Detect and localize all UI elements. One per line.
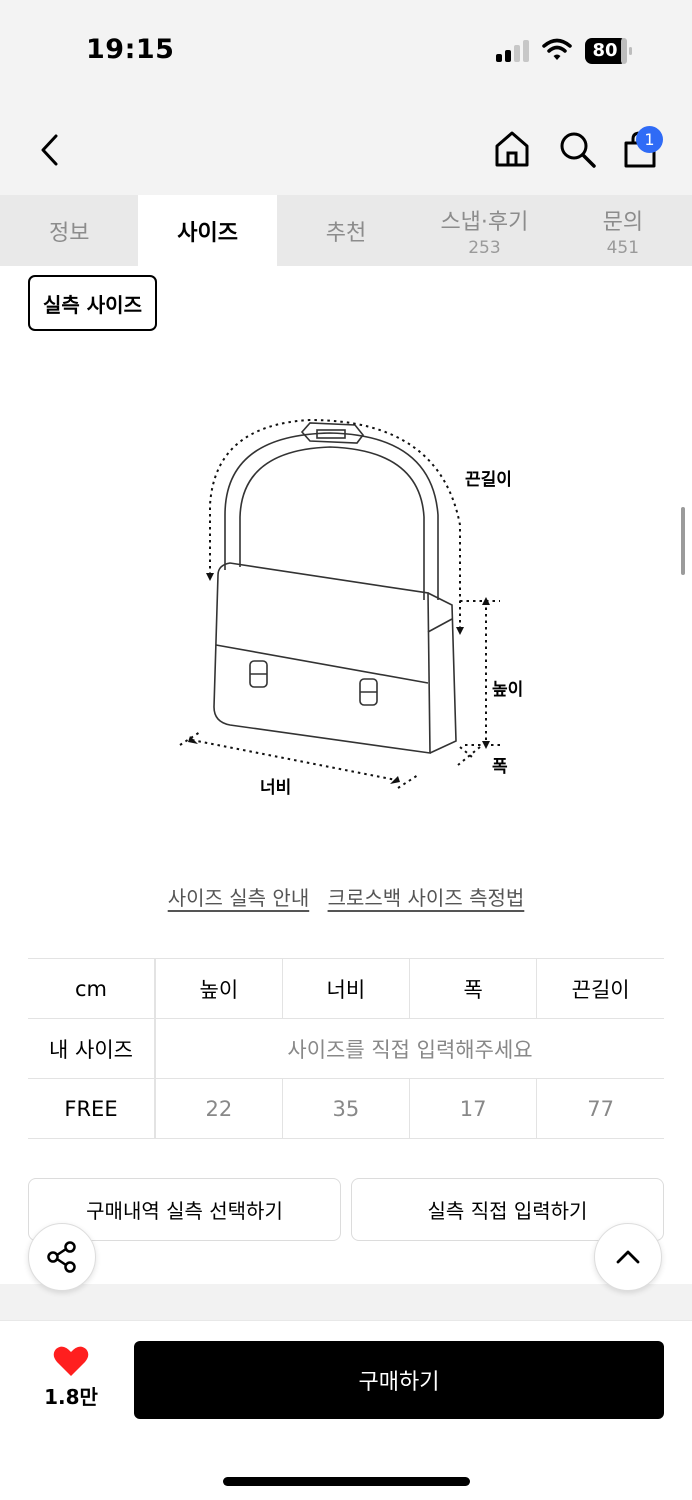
- crossbag-measure-link[interactable]: 크로스백 사이즈 측정법: [328, 886, 525, 910]
- size-table: cm 높이 너비 폭 끈길이 내 사이즈 사이즈를 직접 입력해주세요 FREE…: [28, 958, 664, 1139]
- unit-cell: cm: [28, 958, 156, 1019]
- section-divider: [0, 1284, 692, 1320]
- tab-info[interactable]: 정보: [0, 195, 138, 266]
- share-button[interactable]: [28, 1223, 96, 1291]
- like-button[interactable]: 1.8만: [38, 1345, 104, 1415]
- share-icon: [47, 1241, 76, 1273]
- tab-inquiry[interactable]: 문의 451: [554, 195, 692, 266]
- status-bar: 19:15 80: [0, 0, 692, 105]
- tab-label: 추천: [325, 220, 367, 246]
- header-depth: 폭: [408, 958, 537, 1019]
- tab-count: 451: [606, 237, 640, 258]
- value-height: 22: [154, 1078, 283, 1139]
- size-guide-link[interactable]: 사이즈 실측 안내: [168, 886, 310, 910]
- chevron-up-icon: [616, 1250, 640, 1264]
- back-button[interactable]: [30, 130, 70, 170]
- height-label: 높이: [492, 680, 524, 700]
- chevron-left-icon: [41, 134, 58, 166]
- home-button[interactable]: [490, 127, 534, 171]
- header-height: 높이: [154, 958, 283, 1019]
- like-count: 1.8만: [44, 1385, 98, 1409]
- home-indicator: [223, 1477, 470, 1486]
- strap-length-label: 끈길이: [465, 470, 512, 490]
- scroll-indicator[interactable]: [681, 507, 685, 575]
- search-button[interactable]: [555, 127, 599, 171]
- depth-label: 폭: [492, 757, 508, 777]
- value-width: 35: [281, 1078, 410, 1139]
- tab-label: 사이즈: [177, 220, 238, 246]
- heart-icon: [53, 1346, 89, 1376]
- status-time: 19:15: [86, 34, 175, 65]
- scroll-top-button[interactable]: [594, 1223, 662, 1291]
- home-icon: [495, 131, 529, 167]
- tab-label: 문의: [602, 209, 644, 235]
- top-navigation: [0, 105, 692, 195]
- crossbag-illustration: [179, 418, 500, 789]
- width-label: 너비: [260, 778, 292, 798]
- size-guide-links: 사이즈 실측 안내 크로스백 사이즈 측정법: [0, 882, 692, 911]
- wifi-icon: [542, 38, 572, 62]
- cellular-signal-icon: [496, 40, 532, 62]
- my-size-input[interactable]: 사이즈를 직접 입력해주세요: [154, 1018, 664, 1079]
- table-row: FREE 22 35 17 77: [28, 1078, 664, 1139]
- tab-snap-review[interactable]: 스냅·후기 253: [415, 195, 553, 266]
- tab-label: 정보: [48, 220, 90, 246]
- bag-size-diagram: 끈길이 높이 폭 너비: [160, 395, 540, 805]
- tab-count: 253: [468, 237, 501, 258]
- header-strap: 끈길이: [536, 958, 664, 1019]
- tab-size[interactable]: 사이즈: [138, 195, 277, 266]
- table-header-row: cm 높이 너비 폭 끈길이: [28, 958, 664, 1019]
- battery-level: 80: [592, 40, 618, 61]
- my-size-label: 내 사이즈: [28, 1018, 156, 1079]
- my-size-row: 내 사이즈 사이즈를 직접 입력해주세요: [28, 1018, 664, 1079]
- header-width: 너비: [281, 958, 410, 1019]
- size-label: FREE: [28, 1078, 156, 1139]
- battery-icon: 80: [585, 38, 632, 64]
- product-tabs: 정보 사이즈 추천 스냅·후기 253 문의 451: [0, 195, 692, 266]
- real-size-button[interactable]: 실측 사이즈: [28, 275, 157, 331]
- tab-recommend[interactable]: 추천: [277, 195, 415, 266]
- buy-button[interactable]: 구매하기: [134, 1341, 664, 1419]
- tab-label: 스냅·후기: [440, 209, 529, 235]
- search-icon: [560, 132, 596, 168]
- cart-count-badge: 1: [636, 126, 663, 153]
- value-strap: 77: [536, 1078, 664, 1139]
- value-depth: 17: [408, 1078, 537, 1139]
